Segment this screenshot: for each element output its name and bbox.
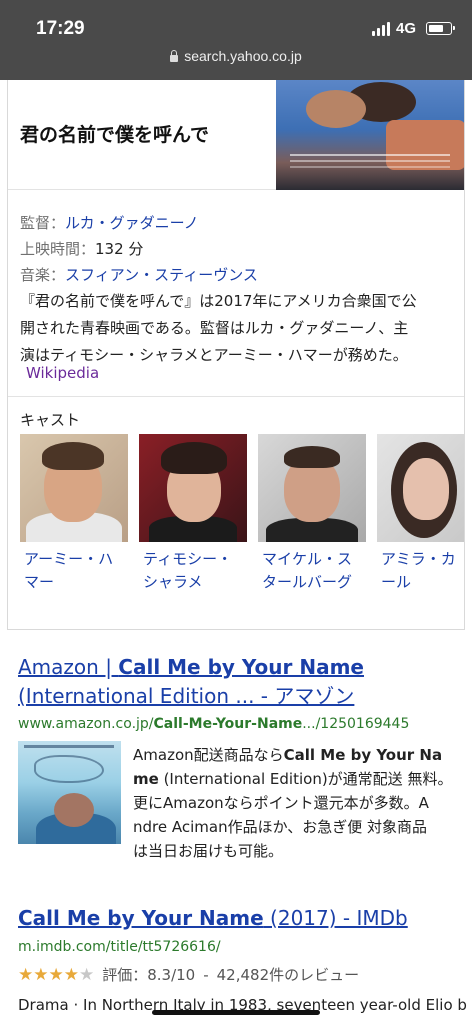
cast-item[interactable]: ティモシー・ シャラメ — [139, 434, 247, 594]
result-url-amazon: www.amazon.co.jp/Call-Me-Your-Name.../12… — [18, 716, 410, 732]
rating-separator: - — [203, 965, 209, 984]
description-line: 『君の名前で僕を呼んで』は2017年にアメリカ合衆国で公 — [20, 292, 417, 310]
snippet-line: は当日お届けも可能。 — [133, 842, 284, 860]
cast-item[interactable]: アミラ・カ ール — [377, 434, 464, 594]
result-title-imdb[interactable]: Call Me by Your Name (2017) - IMDb — [18, 904, 458, 933]
cast-photo[interactable] — [258, 434, 366, 542]
wikipedia-link[interactable]: Wikipedia — [26, 364, 99, 382]
director-link[interactable]: ルカ・グァダニーノ — [65, 214, 199, 232]
snippet-line: me (International Edition)が通常配送 無料。 — [133, 770, 453, 788]
cast-name[interactable]: アーミー・ハ マー — [20, 548, 128, 594]
divider — [8, 396, 464, 397]
url-domain: search.yahoo.co.jp — [184, 48, 302, 64]
music-link[interactable]: スフィアン・スティーヴンス — [65, 266, 258, 284]
runtime-value: 132 分 — [95, 240, 144, 258]
result-title-amazon[interactable]: Amazon | Call Me by Your Name (Internati… — [18, 653, 458, 711]
runtime-label: 上映時間： — [20, 240, 96, 258]
cast-heading: キャスト — [20, 411, 81, 429]
snippet-line: ndre Aciman作品ほか、お急ぎ便 対象商品 — [133, 818, 428, 836]
status-indicators: 4G — [371, 20, 455, 37]
browser-top-bar: 17:29 4G search.yahoo.co.jp — [0, 0, 472, 80]
lock-icon — [170, 50, 179, 62]
result-url-imdb: m.imdb.com/title/tt5726616/ — [18, 939, 221, 955]
cast-item[interactable]: マイケル・ス タールバーグ — [258, 434, 366, 594]
music-row: 音楽：スフィアン・スティーヴンス — [20, 262, 258, 288]
result-snippet-amazon: Amazon配送商品ならCall Me by Your Na me (Inter… — [133, 743, 453, 863]
movie-description: 『君の名前で僕を呼んで』は2017年にアメリカ合衆国で公 開された青春映画である… — [20, 288, 456, 369]
result-thumbnail[interactable] — [18, 741, 121, 844]
knowledge-panel-header: 君の名前で僕を呼んで — [8, 80, 464, 190]
knowledge-panel: 君の名前で僕を呼んで 監督：ルカ・グァダニーノ 上映時間：132 分 音楽：スフ… — [7, 80, 465, 630]
status-time: 17:29 — [36, 18, 85, 39]
cast-name[interactable]: アミラ・カ ール — [377, 548, 464, 594]
home-indicator[interactable] — [152, 1010, 320, 1015]
cast-photo[interactable] — [377, 434, 464, 542]
signal-icon — [371, 21, 390, 36]
rating-stars-icon: ★★★★★ — [18, 964, 95, 985]
music-label: 音楽： — [20, 266, 66, 284]
snippet-line: 更にAmazonならポイント還元本が多数。A — [133, 794, 429, 812]
movie-poster[interactable] — [276, 80, 464, 190]
cast-item[interactable]: アーミー・ハ マー — [20, 434, 128, 594]
battery-icon — [426, 22, 455, 35]
snippet-line: Amazon配送商品ならCall Me by Your Na — [133, 746, 443, 764]
director-label: 監督： — [20, 214, 66, 232]
movie-title: 君の名前で僕を呼んで — [20, 124, 210, 146]
cast-photo[interactable] — [20, 434, 128, 542]
url-bar[interactable]: search.yahoo.co.jp — [0, 48, 472, 64]
review-count: 42,482件のレビュー — [216, 966, 360, 984]
movie-info: 監督：ルカ・グァダニーノ 上映時間：132 分 音楽：スフィアン・スティーヴンス — [20, 210, 258, 288]
rating-text: 評価：8.3/10 — [102, 966, 196, 984]
runtime-row: 上映時間：132 分 — [20, 236, 258, 262]
network-type: 4G — [395, 20, 416, 37]
rating-row: ★★★★★ 評価：8.3/10 - 42,482件のレビュー — [18, 964, 359, 985]
cast-photo[interactable] — [139, 434, 247, 542]
description-line: 開された青春映画である。監督はルカ・グァダニーノ、主 — [20, 319, 409, 337]
cast-name[interactable]: ティモシー・ シャラメ — [139, 548, 247, 594]
director-row: 監督：ルカ・グァダニーノ — [20, 210, 258, 236]
cast-name[interactable]: マイケル・ス タールバーグ — [258, 548, 366, 594]
